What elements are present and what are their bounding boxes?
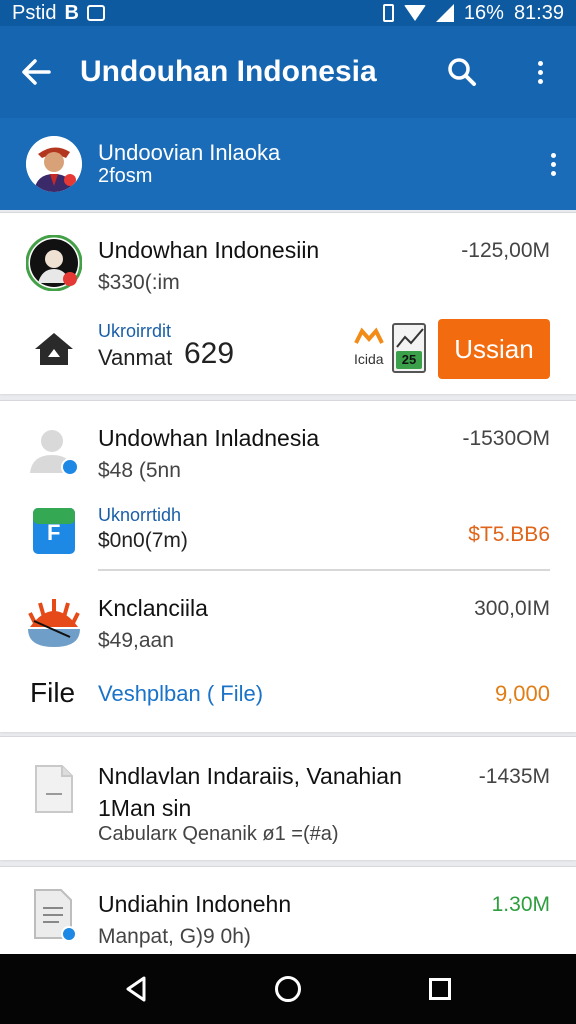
item-title: Knclanciila [98,595,208,621]
search-button[interactable] [442,52,482,92]
phone-icon [382,4,394,22]
item-title: Undowhan Indonesiin [98,237,320,263]
list-item[interactable]: Undowhan Indonesiin $330(:im -125,00M [0,213,576,313]
footer-value: 629 [184,337,235,370]
back-button[interactable] [16,52,56,92]
avatar [26,136,82,192]
list-item[interactable]: Undiahin Indonehn Manpat, G)9 0h) 1.30M [0,867,576,955]
wifi-icon [403,5,426,21]
list-item[interactable]: Nndlavlan Indaraiis, Vanahian 1Man sin C… [0,737,576,861]
item-subtitle: $49,aan [98,629,174,652]
account-name: Undoovian Inlaoka [98,139,281,165]
system-nav-bar [0,954,576,1024]
account-header[interactable]: Undoovian Inlaoka 2fosm [0,118,576,210]
item-amount: -1435M [478,765,550,788]
arrow-left-icon [22,59,51,85]
avatar [26,235,82,291]
list-item[interactable]: Undowhan Inladnesia $48 (5nn -1530OM F U… [0,401,576,571]
file-link[interactable]: Veshplban ( File) [98,681,263,707]
item-amount: -125,00M [461,239,550,262]
image-notification-icon [86,5,105,21]
person-avatar-icon [26,136,82,192]
sunrise-icon [26,595,82,651]
more-options-button[interactable] [520,52,560,92]
divider [98,569,550,571]
app-bar: Undouhan Indonesia [0,26,576,118]
person-outline-icon [30,430,79,476]
home-icon [26,321,82,377]
f-app-icon: F [26,503,82,559]
item-subtitle: Cabularк Qenanik ø1 =(#a) [98,823,339,845]
more-vert-icon [551,152,556,176]
square-recents-icon [429,978,451,1000]
flag-icon [354,327,384,347]
chart-badge-icon[interactable]: 25 [392,323,426,373]
sub-value: $0n0(7m) [98,529,188,552]
mini-badge: 25 [396,351,422,369]
item-title: Nndlavlan Indaraiis, Vanahian [98,763,402,789]
item-amount: 1.30M [491,893,550,916]
battery-percent: 16% [463,1,504,24]
status-time: 81:39 [513,1,564,24]
account-subtitle: 2fosm [98,165,153,188]
item-subtitle: $48 (5nn [98,459,181,482]
footer-label: Vanmat [98,345,173,370]
item-title-line2: 1Man sin [98,795,192,821]
sub-small-label: Uknorrtidh [98,505,182,525]
search-icon [448,58,476,86]
document-lines-icon [26,887,82,943]
mini-label: Icida [354,351,384,367]
circle-home-icon [275,976,301,1002]
item-subtitle: Manpat, G)9 0h) [98,925,251,948]
person-avatar-icon [26,235,82,291]
transaction-card: Undowhan Inladnesia $48 (5nn -1530OM F U… [0,400,576,732]
transaction-card: Undowhan Indonesiin $330(:im -125,00M Uk… [0,212,576,394]
item-title: Undiahin Indonehn [98,891,292,917]
footer-small-label: Ukroirrdit [98,321,172,341]
nav-back-button[interactable] [116,969,156,1009]
nav-recents-button[interactable] [420,969,460,1009]
transaction-card: Nndlavlan Indaraiis, Vanahian 1Man sin C… [0,736,576,860]
notification-icon: B [64,1,79,24]
more-vert-icon [537,60,543,84]
item-amount: 300,0IM [474,597,550,620]
list-item-footer: Ukroirrdit Vanmat 629 Icida 25 Ussian [0,313,576,393]
signal-icon [435,4,454,22]
nav-home-button[interactable] [268,969,308,1009]
transaction-card: Undiahin Indonehn Manpat, G)9 0h) 1.30M [0,866,576,954]
triangle-back-icon [126,976,146,1002]
page-title: Undouhan Indonesia [80,55,377,88]
account-more-button[interactable] [516,144,556,184]
item-amount: -1530OM [462,427,550,450]
status-carrier: Pstid [12,1,57,24]
list-item[interactable]: Knclanciila $49,aan 300,0IM File Veshplb… [0,573,576,733]
item-subtitle: $330(:im [98,271,180,294]
status-bar: Pstid B 16% 81:39 [0,0,576,26]
svg-text:F: F [47,520,60,545]
sub-amount: $T5.BB6 [468,523,550,546]
document-icon [26,761,82,817]
footer-amount: 9,000 [494,681,550,706]
footer-label: File [30,677,76,708]
action-button[interactable]: Ussian [438,319,550,379]
avatar [26,423,82,479]
item-title: Undowhan Inladnesia [98,425,320,451]
